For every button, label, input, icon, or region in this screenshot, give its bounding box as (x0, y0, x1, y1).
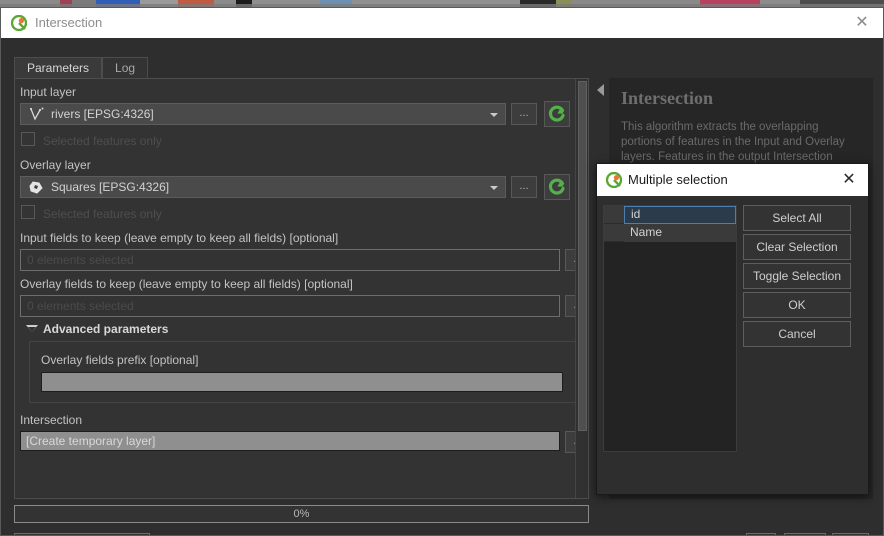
progress-text: 0% (293, 508, 310, 520)
polygon-layer-icon (28, 180, 46, 196)
list-item[interactable]: id (604, 206, 736, 224)
select-all-button[interactable]: Select All (743, 205, 851, 231)
help-scrollbar[interactable] (874, 78, 883, 499)
dialog-title: Intersection (35, 15, 103, 30)
toggle-selection-button[interactable]: Toggle Selection (743, 263, 851, 289)
qgis-logo-icon (10, 14, 28, 32)
tab-parameters[interactable]: Parameters (14, 57, 103, 78)
input-layer-browse-button[interactable]: ... (511, 103, 537, 125)
close-icon[interactable]: ✕ (836, 169, 862, 191)
background-desktop-strip (0, 0, 884, 7)
qgis-logo-icon (605, 171, 623, 189)
input-selected-features-label: Selected features only (43, 134, 162, 148)
output-field[interactable]: [Create temporary layer] (20, 431, 560, 451)
clear-selection-button[interactable]: Clear Selection (743, 234, 851, 260)
help-title: Intersection (621, 88, 713, 108)
overlay-selected-features-label: Selected features only (43, 207, 162, 221)
input-layer-label: Input layer (20, 85, 77, 99)
ok-button[interactable]: OK (743, 292, 851, 318)
input-selected-features-checkbox[interactable] (21, 132, 35, 146)
list-item-checkbox[interactable] (604, 224, 624, 242)
input-layer-combo[interactable]: rivers [EPSG:4326] (20, 103, 506, 125)
input-fields-field[interactable]: 0 elements selected (20, 249, 560, 271)
tab-log[interactable]: Log (102, 57, 149, 78)
progress-bar: 0% (14, 505, 589, 523)
cancel-button[interactable]: Cancel (743, 321, 851, 347)
overlay-selected-features-checkbox[interactable] (21, 205, 35, 219)
input-layer-refresh-button[interactable] (544, 101, 570, 127)
overlay-layer-combo[interactable]: Squares [EPSG:4326] (20, 176, 506, 198)
list-item-label: Name (624, 224, 736, 242)
overlay-layer-label: Overlay layer (20, 158, 91, 172)
list-item[interactable]: Name (604, 224, 736, 242)
output-label: Intersection (20, 413, 83, 427)
parameters-content: Input layer rivers [EPSG:4326] ... Selec… (15, 79, 588, 498)
advanced-parameters-header[interactable]: Advanced parameters (43, 322, 168, 336)
overlay-layer-value: Squares [EPSG:4326] (51, 180, 170, 194)
output-value: [Create temporary layer] (26, 434, 156, 448)
overlay-layer-refresh-button[interactable] (544, 174, 570, 200)
chevron-down-icon (490, 186, 498, 190)
multiple-selection-titlebar: Multiple selection ✕ (597, 164, 868, 196)
overlay-fields-field[interactable]: 0 elements selected (20, 295, 560, 317)
parameters-scrollbar[interactable] (575, 79, 588, 498)
overlay-fields-placeholder: 0 elements selected (27, 299, 134, 313)
tabbar: Parameters Log (14, 57, 149, 79)
multiple-selection-dialog: Multiple selection ✕ id Name Select All … (596, 163, 869, 495)
parameters-panel: Input layer rivers [EPSG:4326] ... Selec… (14, 78, 589, 499)
overlay-fields-label: Overlay fields to keep (leave empty to k… (20, 277, 353, 291)
multiple-selection-title: Multiple selection (628, 172, 728, 187)
input-layer-value: rivers [EPSG:4326] (51, 107, 154, 121)
list-item-label: id (624, 206, 736, 224)
overlay-prefix-label: Overlay fields prefix [optional] (41, 353, 199, 367)
close-icon[interactable]: ✕ (847, 12, 877, 34)
overlay-prefix-input[interactable] (41, 372, 563, 392)
collapse-left-icon[interactable] (597, 84, 604, 96)
dialog-titlebar: Intersection ✕ (1, 8, 883, 38)
refresh-icon (548, 105, 565, 122)
line-layer-icon (28, 107, 46, 123)
overlay-layer-browse-button[interactable]: ... (511, 176, 537, 198)
list-item-checkbox[interactable] (604, 206, 624, 224)
parameters-scrollbar-thumb[interactable] (578, 81, 587, 431)
field-list[interactable]: id Name (603, 205, 737, 452)
advanced-parameters-toggle-inner (28, 327, 36, 332)
input-fields-label: Input fields to keep (leave empty to kee… (20, 231, 339, 245)
input-fields-placeholder: 0 elements selected (27, 253, 134, 267)
refresh-icon (548, 178, 565, 195)
chevron-down-icon (490, 113, 498, 117)
